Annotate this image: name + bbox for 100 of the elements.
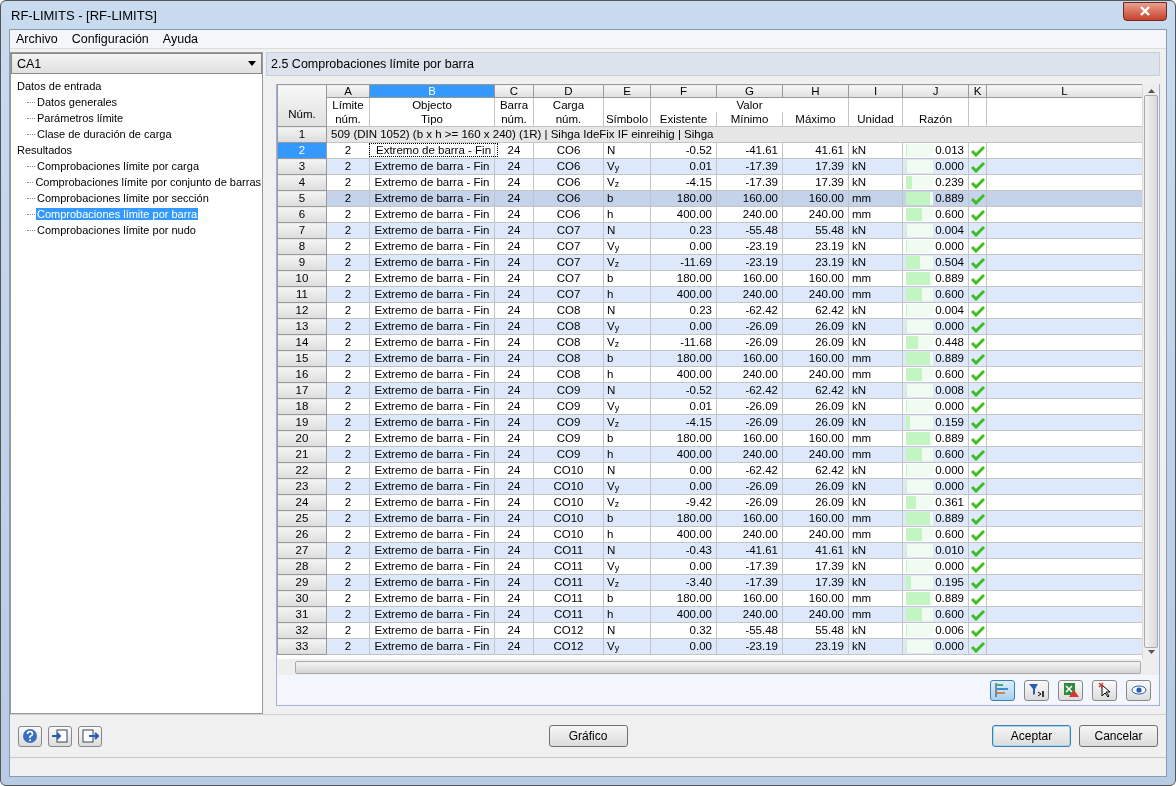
table-cell: 24 [507,448,521,460]
table-cell: mm [852,368,872,380]
table-cell: 41.61 [815,544,844,556]
table-cell: CO7 [556,256,581,268]
filter-tool-button[interactable] [1024,679,1049,701]
table-cell: 160.00 [742,352,778,364]
pick-tool-button[interactable] [1092,679,1117,701]
tree-item[interactable]: Comprobaciones límite por carga [36,160,201,172]
table-cell: mm [852,272,872,284]
menu-item[interactable]: Configuración [71,32,149,46]
tree-item[interactable]: Clase de duración de carga [36,128,173,140]
table-cell: 400.00 [676,288,712,300]
table-cell: 0.889 [935,271,964,286]
table-cell: 24 [507,416,521,428]
help-button[interactable] [18,725,42,747]
table-cell: kN [852,240,867,252]
table-cell: 24 [507,368,521,380]
table-cell: V$_{z}$ [607,416,620,428]
table-cell: 24 [507,288,521,300]
table-cell: 160.00 [808,272,844,284]
panel-header: 2.5 Comprobaciones límite por barra [266,52,1160,76]
table-cell: CO9 [556,400,581,412]
table-cell: -26.09 [745,496,778,508]
import-button[interactable] [48,725,72,747]
tree-item[interactable]: Datos generales [36,96,119,108]
table-cell: 0.00 [689,480,712,492]
filter-icon [1027,682,1046,698]
column-letter[interactable]: C [494,84,534,98]
table-cell: 26.09 [815,416,844,428]
menu-item[interactable]: Ayuda [162,32,199,46]
close-button[interactable] [1123,1,1167,21]
column-letter[interactable]: L [986,84,1142,98]
tree-item[interactable]: Comprobaciones límite por sección [36,192,210,204]
column-letter[interactable]: H [782,84,849,98]
table-cell: 2 [344,448,352,460]
dialog-button[interactable]: Cancelar [1079,725,1158,747]
scroll-down-icon[interactable] [1147,650,1155,654]
table-cell: 24 [507,512,521,524]
tree-item[interactable]: Comprobaciones límite por conjunto de barras [34,176,262,188]
table-cell: 160.00 [808,192,844,204]
column-letter[interactable]: G [716,84,783,98]
table-cell: Extremo de barra - Fin [374,384,490,396]
column-letter[interactable]: D [533,84,604,98]
table-cell: kN [852,480,867,492]
table-cell: N [607,384,616,396]
table-cell: mm [852,512,872,524]
column-letter[interactable]: F [650,84,717,98]
table-cell: 24 [507,480,521,492]
table-cell: -23.19 [745,640,778,652]
column-header: Valor [736,99,763,111]
table-cell: 2 [344,560,352,572]
table-cell: b [607,272,614,284]
excel-tool-button[interactable] [1058,679,1083,701]
table-cell: 24 [507,352,521,364]
column-letter[interactable]: I [848,84,903,98]
column-letter[interactable]: J [902,84,969,98]
table-cell: V$_{y}$ [607,240,620,252]
table-cell: -23.19 [745,256,778,268]
table-cell: 24 [507,144,521,156]
table-cell: h [607,208,614,220]
table-cell: h [607,608,614,620]
table-cell: 2 [344,576,352,588]
eye-tool-button[interactable] [1126,679,1151,701]
table-cell: 24 [507,496,521,508]
table-cell: V$_{z}$ [607,496,620,508]
table-cell: Extremo de barra - Fin [374,592,490,604]
table-cell: N [607,544,616,556]
table-cell: 2 [344,416,352,428]
table-cell: b [607,592,614,604]
table-cell: -41.61 [745,544,778,556]
table-cell: 180.00 [676,592,712,604]
case-dropdown[interactable]: CA1 [11,53,262,74]
table-cell: kN [852,144,867,156]
graphic-button[interactable]: Gráfico [548,725,628,747]
table-cell: 240.00 [742,208,778,220]
table-cell: 400.00 [676,608,712,620]
table-cell: b [607,192,614,204]
column-header: Existente [659,113,708,125]
table-cell: 2 [344,192,352,204]
table-cell: 240.00 [742,288,778,300]
table-cell: Extremo de barra - Fin [374,464,490,476]
dialog-button[interactable]: Aceptar [992,725,1071,747]
column-letter[interactable]: A [326,84,370,98]
horizontal-scrollbar[interactable] [277,659,1159,675]
scroll-up-icon[interactable] [1147,89,1155,93]
table-cell: 2 [344,400,352,412]
tree-item[interactable]: Datos de entrada [16,80,103,92]
tree-item[interactable]: Comprobaciones límite por nudo [36,224,197,236]
tree-item[interactable]: Parámetros límite [36,112,125,124]
tree-item[interactable]: Resultados [16,144,74,156]
bars-tool-button[interactable] [990,679,1015,701]
table-cell: CO9 [556,416,581,428]
table-cell: -17.39 [745,160,778,172]
export-button[interactable] [78,725,102,747]
table-cell: 0.889 [935,431,964,446]
menu-item[interactable]: Archivo [16,32,58,46]
table-cell: 0.000 [935,559,964,574]
column-letter[interactable]: E [603,84,651,98]
table-cell: kN [852,576,867,588]
table-cell: V$_{z}$ [607,176,620,188]
